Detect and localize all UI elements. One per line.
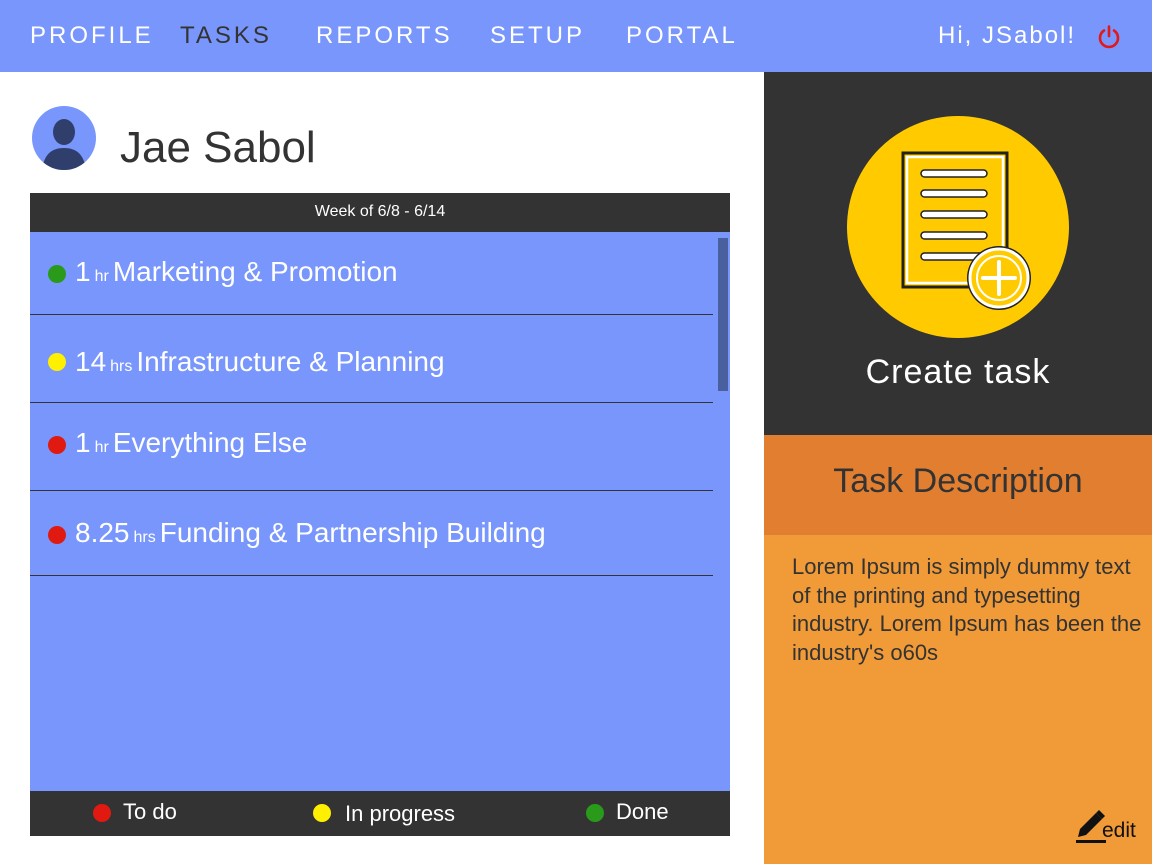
status-dot-to-do [48, 436, 66, 454]
task-unit: hrs [110, 358, 133, 375]
task-text: 1 hr Marketing & Promotion [75, 256, 398, 293]
legend-label: To do [123, 799, 177, 824]
task-text: 8.25 hrs Funding & Partnership Building [75, 517, 546, 554]
task-panel: Week of 6/8 - 6/14 1 hr Marketing & Promot… [30, 193, 730, 836]
nav-profile[interactable]: PROFILE [30, 22, 154, 50]
legend-dot-to-do [93, 804, 111, 822]
task-list-scrollbar[interactable] [718, 238, 728, 391]
document-add-icon [901, 151, 1031, 310]
task-unit: hrs [133, 529, 156, 546]
task-row[interactable]: 8.25 hrs Funding & Partnership Building [30, 491, 713, 576]
nav-tasks[interactable]: TASKS [180, 22, 272, 50]
task-unit: hr [94, 268, 109, 285]
user-greeting: Hi, JSabol! [938, 22, 1077, 49]
task-amount: 14 [75, 346, 107, 377]
edit-label[interactable]: edit [1102, 819, 1136, 843]
task-unit: hr [94, 439, 109, 456]
create-task-area: Create task [764, 72, 1152, 435]
status-dot-to-do [48, 526, 66, 544]
nav-portal[interactable]: PORTAL [626, 22, 738, 50]
nav-reports[interactable]: REPORTS [316, 22, 453, 50]
task-amount: 1 [75, 427, 91, 458]
task-description-text: Lorem Ipsum is simply dummy text of the … [792, 554, 1142, 665]
nav-setup[interactable]: SETUP [490, 22, 585, 50]
legend-dot-done [586, 804, 604, 822]
task-text: 14 hrs Infrastructure & Planning [75, 346, 445, 383]
create-task-button[interactable] [847, 116, 1069, 338]
task-amount: 8.25 [75, 517, 130, 548]
create-task-label[interactable]: Create task [764, 352, 1152, 392]
top-nav: PROFILE TASKS REPORTS SETUP PORTAL Hi, J… [0, 0, 1152, 72]
week-label: Week of 6/8 - 6/14 [30, 193, 730, 232]
task-name: Everything Else [112, 427, 308, 458]
legend-label: In progress [345, 801, 456, 826]
task-description-body: Lorem Ipsum is simply dummy text of the … [764, 535, 1152, 864]
task-amount: 1 [75, 256, 91, 287]
legend-label: Done [616, 799, 669, 824]
user-silhouette-icon [42, 119, 86, 170]
task-row[interactable]: 1 hr Everything Else [30, 403, 713, 491]
avatar[interactable] [32, 106, 96, 170]
power-icon[interactable] [1096, 24, 1122, 50]
task-name: Funding & Partnership Building [159, 517, 546, 548]
edit-button[interactable]: edit [1074, 807, 1144, 847]
task-description-title: Task Description [833, 462, 1083, 500]
task-name: Infrastructure & Planning [136, 346, 445, 377]
legend-dot-in-progress [313, 804, 331, 822]
user-name: Jae Sabol [120, 123, 316, 172]
task-text: 1 hr Everything Else [75, 427, 307, 464]
task-row[interactable]: 1 hr Marketing & Promotion [30, 232, 713, 315]
status-dot-in-progress [48, 353, 66, 371]
task-row[interactable]: 14 hrs Infrastructure & Planning [30, 315, 713, 403]
task-name: Marketing & Promotion [112, 256, 398, 287]
status-legend: To do In progress Done [30, 791, 730, 836]
task-description-header: Task Description [764, 435, 1152, 535]
status-dot-done [48, 265, 66, 283]
